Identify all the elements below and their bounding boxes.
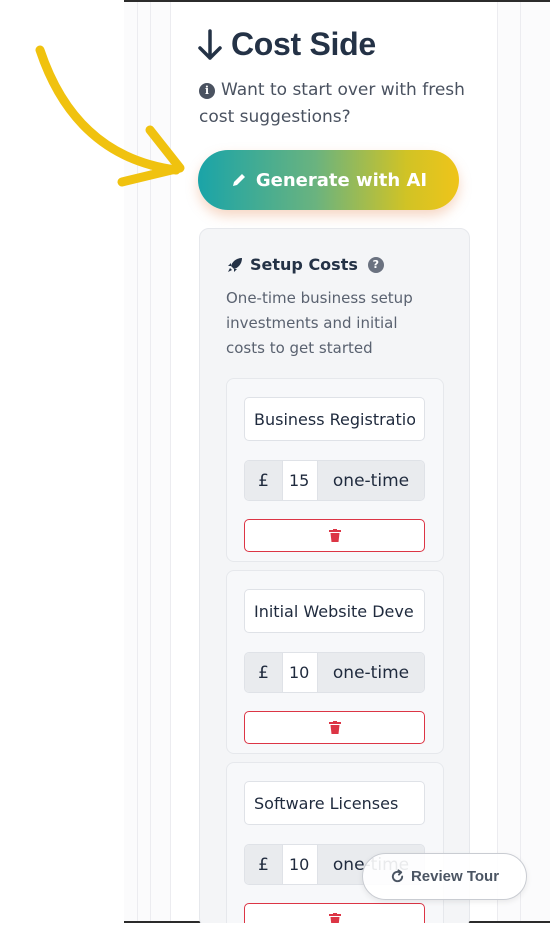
trash-icon <box>328 529 341 542</box>
pencil-icon <box>232 174 245 186</box>
review-tour-label: Review Tour <box>410 868 500 885</box>
frequency-label: one-time <box>317 461 424 500</box>
cost-name-input[interactable] <box>244 781 425 825</box>
cost-name-input[interactable] <box>244 589 425 633</box>
rocket-icon <box>228 257 242 272</box>
setup-costs-title: Setup Costs ? <box>226 255 384 274</box>
frequency-label: one-time <box>317 653 424 692</box>
generate-button-label: Generate with AI <box>255 169 428 191</box>
currency-label: £ <box>245 653 283 692</box>
currency-label: £ <box>245 461 283 500</box>
page-title-text: Cost Side <box>231 26 376 62</box>
generate-with-ai-button[interactable]: Generate with AI <box>198 150 459 210</box>
cost-item: £ one-time <box>226 570 444 754</box>
hint-label: Want to start over with fresh cost sugge… <box>199 80 465 127</box>
cost-amount-input[interactable] <box>283 653 317 692</box>
info-icon: i <box>199 83 215 99</box>
question-icon[interactable]: ? <box>367 256 384 273</box>
arrow-down-icon <box>198 28 222 60</box>
cost-item: £ one-time <box>226 762 444 930</box>
bottom-margin <box>0 923 550 930</box>
cost-amount-group: £ one-time <box>244 652 425 693</box>
cost-amount-group: £ one-time <box>244 460 425 501</box>
setup-costs-card: Setup Costs ? One-time business setup in… <box>199 228 470 930</box>
page-title: Cost Side <box>197 26 376 63</box>
cost-name-input[interactable] <box>244 397 425 441</box>
hint-text: i Want to start over with fresh cost sugg… <box>199 77 489 131</box>
screen: Cost Side i Want to start over with fresh… <box>0 0 550 930</box>
trash-icon <box>328 721 341 734</box>
pointer-arrow-icon <box>35 45 185 187</box>
column-divider <box>520 2 521 921</box>
setup-costs-label: Setup Costs <box>250 255 358 274</box>
setup-costs-description: One-time business setup investments and … <box>226 289 413 357</box>
delete-cost-button[interactable] <box>244 519 425 552</box>
cost-amount-input[interactable] <box>283 461 317 500</box>
cost-item: £ one-time <box>226 378 444 562</box>
review-tour-button[interactable]: Review Tour <box>362 853 527 900</box>
refresh-icon <box>391 869 404 883</box>
delete-cost-button[interactable] <box>244 711 425 744</box>
cost-amount-input[interactable] <box>283 845 317 884</box>
currency-label: £ <box>245 845 283 884</box>
